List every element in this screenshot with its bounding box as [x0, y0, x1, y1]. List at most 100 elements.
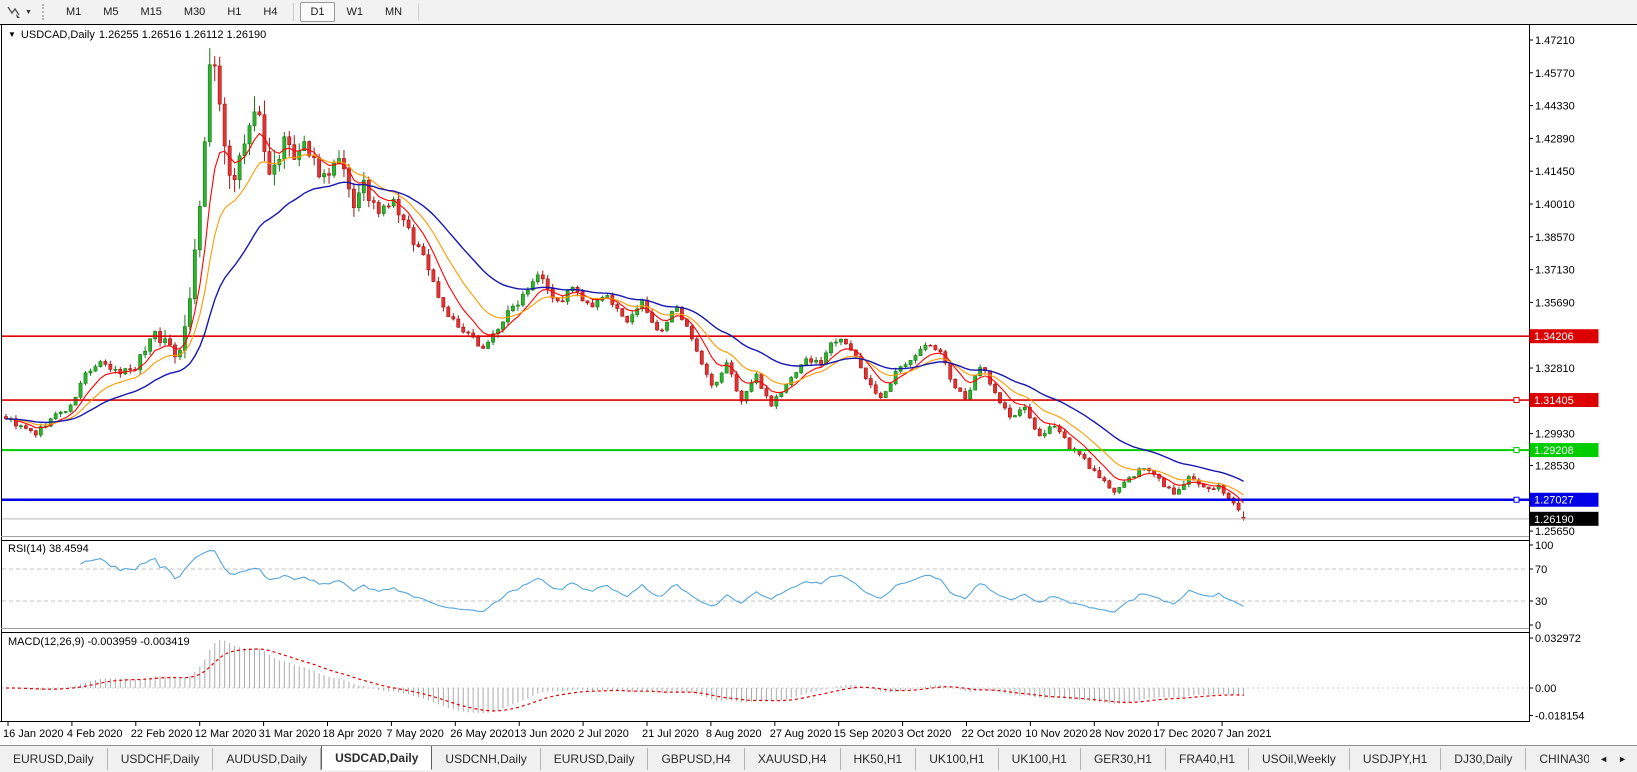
timeframe-m30-button[interactable]: M30 [174, 2, 215, 22]
tab-uk100-h1[interactable]: UK100,H1 [916, 748, 998, 770]
tool-dropdown-caret-icon[interactable]: ▼ [25, 9, 32, 16]
candle [89, 371, 92, 373]
svg-text:1.47210: 1.47210 [1535, 35, 1575, 47]
tab-dj30-daily[interactable]: DJ30,Daily [1441, 748, 1526, 770]
candle [1088, 458, 1091, 468]
svg-text:1.29208[interactable]: 1.29208 [1534, 445, 1574, 457]
tab-usdcnh-daily[interactable]: USDCNH,Daily [432, 748, 540, 770]
candle [462, 327, 465, 332]
time-axis: 16 Jan 20204 Feb 202022 Feb 202012 Mar 2… [3, 722, 1272, 740]
candle [1013, 416, 1016, 417]
candle [655, 322, 658, 330]
candle [959, 388, 962, 392]
candle [894, 371, 897, 384]
line-handle[interactable] [1514, 448, 1519, 453]
candle [869, 379, 872, 385]
tab-usdchf-daily[interactable]: USDCHF,Daily [108, 748, 214, 770]
line-handle[interactable] [1514, 398, 1519, 403]
candle [482, 346, 485, 348]
candle [1023, 407, 1026, 410]
candle [1177, 490, 1180, 495]
candle [129, 369, 132, 370]
tab-usoil-weekly[interactable]: USOil,Weekly [1249, 748, 1350, 770]
chart-canvas[interactable]: 1.472101.457701.443301.428901.414501.400… [0, 24, 1637, 745]
candle [203, 142, 206, 207]
line-handle[interactable] [1514, 497, 1519, 502]
tab-xauusd-h4[interactable]: XAUUSD,H4 [745, 748, 841, 770]
rsi-line [81, 551, 1244, 613]
tab-eurusd-daily[interactable]: EURUSD,Daily [541, 748, 649, 770]
price-axis: 1.472101.457701.443301.428901.414501.400… [1529, 35, 1599, 723]
timeframe-mn-button[interactable]: MN [375, 2, 412, 22]
timeframe-m1-button[interactable]: M1 [56, 2, 91, 22]
tab-usdjpy-h1[interactable]: USDJPY,H1 [1350, 748, 1441, 770]
candle [829, 343, 832, 353]
toolbar-grip-handle[interactable] [42, 4, 49, 20]
symbol-tab-bar: EURUSD,DailyUSDCHF,DailyAUDUSD,DailyUSDC… [0, 745, 1637, 772]
candle [397, 199, 400, 215]
timeframe-h4-button[interactable]: H4 [253, 2, 287, 22]
candle [74, 397, 77, 405]
tab-uk100-h1[interactable]: UK100,H1 [999, 748, 1081, 770]
candle [149, 339, 152, 352]
svg-text:0.00: 0.00 [1535, 683, 1556, 695]
candle [934, 345, 937, 349]
cursor-tool-icon[interactable] [6, 4, 22, 20]
candle [506, 311, 509, 322]
tab-audusd-daily[interactable]: AUDUSD,Daily [213, 748, 321, 770]
candle [387, 206, 390, 207]
timeframe-d1-button[interactable]: D1 [300, 2, 334, 22]
candle [750, 383, 753, 392]
timeframe-m5-button[interactable]: M5 [93, 2, 128, 22]
candle [904, 365, 907, 367]
candle [720, 373, 723, 382]
svg-text:1.37130: 1.37130 [1535, 265, 1575, 277]
candle [402, 215, 405, 220]
svg-text:1.31405[interactable]: 1.31405 [1534, 395, 1574, 407]
candle [298, 151, 301, 160]
timeframe-m15-button[interactable]: M15 [131, 2, 172, 22]
candle [810, 359, 813, 362]
candle [815, 360, 818, 362]
candle [352, 189, 355, 208]
tab-hk50-h1[interactable]: HK50,H1 [841, 748, 917, 770]
tab-gbpusd-h4[interactable]: GBPUSD,H4 [648, 748, 744, 770]
collapse-arrow-icon[interactable]: ▼ [8, 30, 16, 39]
svg-text:1.41450: 1.41450 [1535, 166, 1575, 178]
candle [69, 405, 72, 411]
candle [998, 393, 1001, 403]
drawing-tool-group[interactable]: ▼ [0, 0, 36, 24]
candle [84, 373, 87, 383]
svg-text:1.34206[interactable]: 1.34206 [1534, 331, 1574, 343]
tab-scroll-left-icon[interactable]: ◄ [1599, 754, 1608, 764]
candle [521, 294, 524, 305]
tab-ger30-h1[interactable]: GER30,H1 [1081, 748, 1166, 770]
candle [949, 363, 952, 379]
candle [621, 309, 624, 317]
timeframe-h1-button[interactable]: H1 [217, 2, 251, 22]
svg-text:12 Mar 2020: 12 Mar 2020 [195, 728, 257, 740]
tab-eurusd-daily[interactable]: EURUSD,Daily [0, 748, 108, 770]
timeframe-w1-button[interactable]: W1 [337, 2, 374, 22]
candle [834, 342, 837, 343]
svg-text:1.35690: 1.35690 [1535, 297, 1575, 309]
candle [919, 349, 922, 355]
candle [452, 317, 455, 319]
tab-usdcad-daily[interactable]: USDCAD,Daily [321, 746, 432, 770]
candle [193, 250, 196, 299]
candle [109, 364, 112, 369]
tab-china300-h1[interactable]: CHINA300,H1 [1526, 748, 1589, 770]
candle [566, 291, 569, 302]
toolbar-separator [293, 3, 294, 21]
candle [64, 411, 67, 412]
svg-text:1.38570: 1.38570 [1535, 232, 1575, 244]
svg-text:1.40010: 1.40010 [1535, 199, 1575, 211]
tab-scroll-right-icon[interactable]: ► [1618, 754, 1627, 764]
candle [1083, 454, 1086, 458]
svg-text:17 Dec 2020: 17 Dec 2020 [1153, 728, 1215, 740]
tab-fra40-h1[interactable]: FRA40,H1 [1166, 748, 1249, 770]
candle [1033, 418, 1036, 429]
svg-text:1.27027[interactable]: 1.27027 [1534, 495, 1574, 507]
macd-panel [2, 640, 1529, 713]
svg-text:1.42890: 1.42890 [1535, 133, 1575, 145]
